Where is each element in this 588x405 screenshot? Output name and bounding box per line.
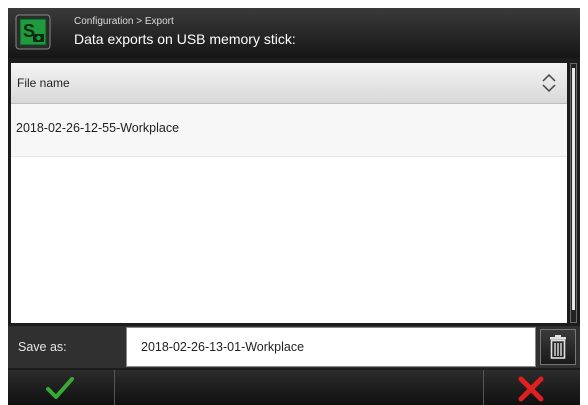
save-as-row: Save as: [8, 326, 580, 368]
filename-input[interactable] [126, 327, 536, 367]
delete-button[interactable] [540, 329, 576, 365]
cancel-button[interactable] [483, 370, 580, 405]
breadcrumb: Configuration > Export [74, 16, 174, 27]
s-logo-icon: S [15, 14, 51, 50]
ok-button[interactable] [8, 370, 115, 405]
x-icon [518, 376, 544, 402]
footer-bar [8, 370, 580, 405]
trash-icon [550, 335, 566, 359]
column-header-file-name[interactable]: File name [11, 63, 567, 104]
table-row[interactable]: 2018-02-26-12-55-Workplace [11, 104, 567, 157]
header-bar: S Configuration > Export Data exports on… [8, 8, 580, 58]
save-as-label: Save as: [18, 340, 67, 354]
column-header-label: File name [17, 76, 70, 90]
file-name-cell: 2018-02-26-12-55-Workplace [16, 121, 180, 135]
scrollbar-thumb[interactable] [572, 68, 575, 310]
file-table: File name 2018-02-26-12-55-Workplace [11, 63, 567, 323]
sort-up-down-icon[interactable] [541, 73, 557, 93]
page-title: Data exports on USB memory stick: [74, 31, 296, 47]
dialog-frame: S Configuration > Export Data exports on… [8, 8, 580, 405]
checkmark-icon [46, 377, 74, 399]
scrollbar[interactable] [570, 63, 577, 323]
